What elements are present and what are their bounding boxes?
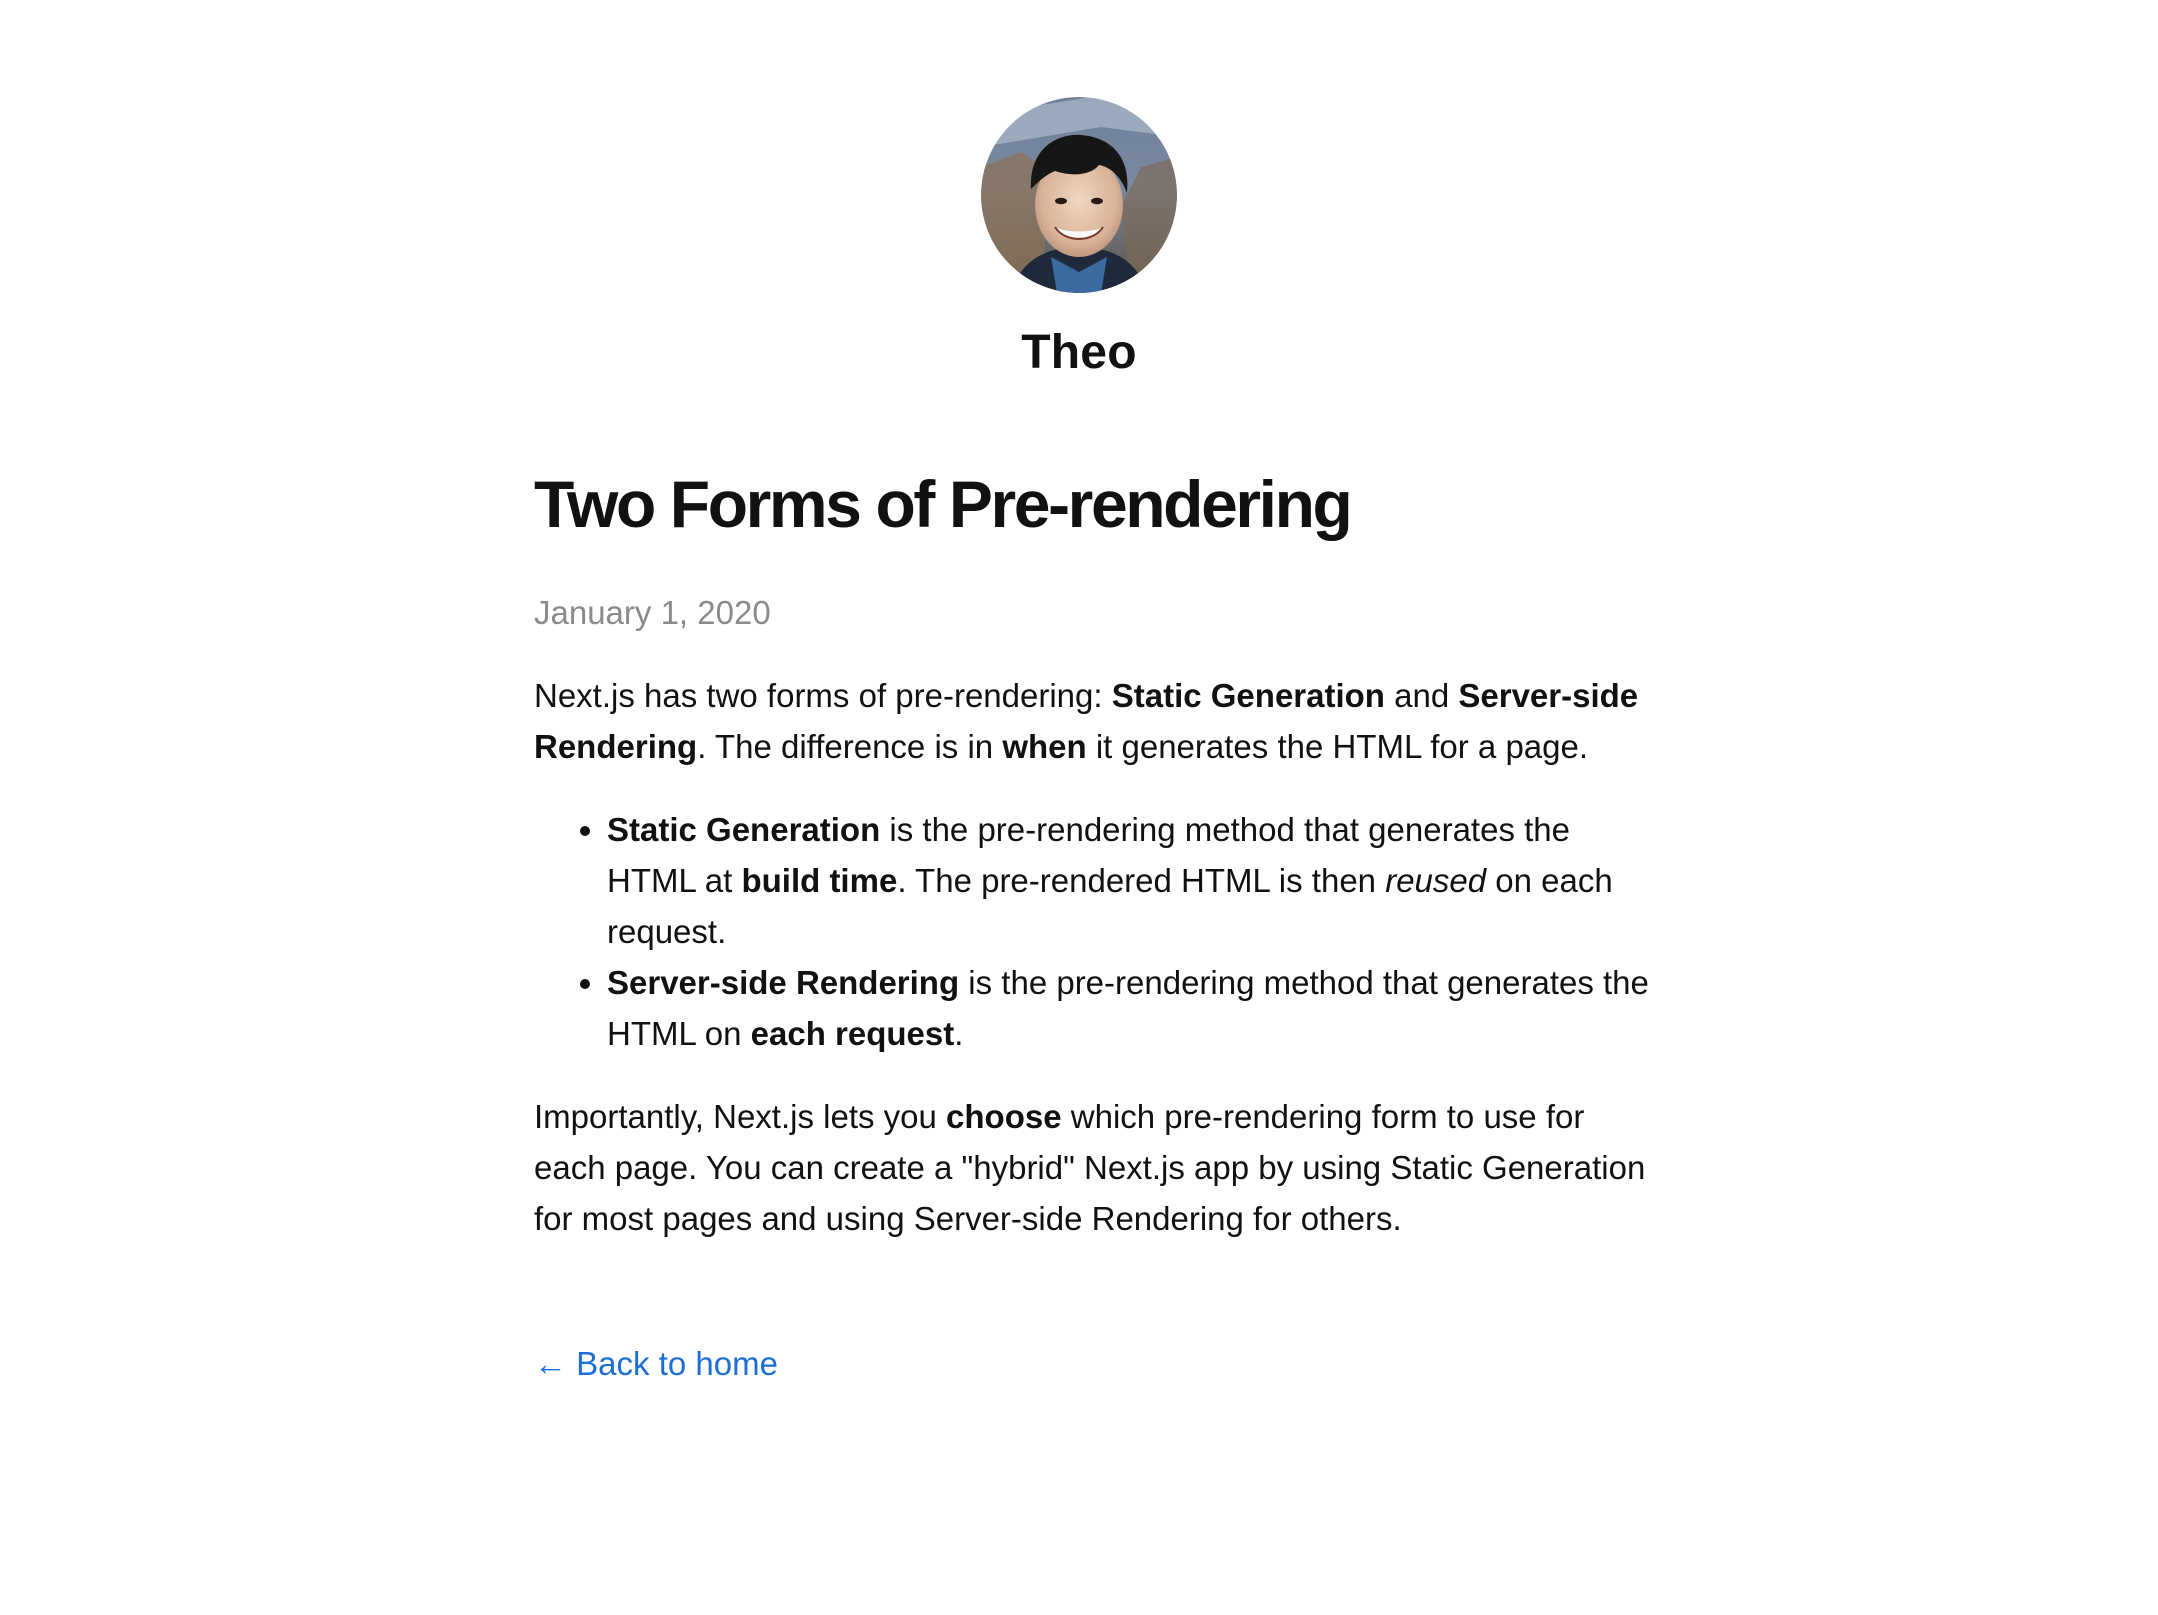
method-list: Static Generation is the pre-rendering m… [534,804,1654,1059]
list-item-server-side-rendering: Server-side Rendering is the pre-renderi… [607,957,1654,1059]
profile-avatar[interactable] [981,97,1177,293]
site-name: Theo [1021,326,1137,379]
post-title: Two Forms of Pre-rendering [534,467,1353,541]
back-to-home-link[interactable]: ← Back to home [534,1344,778,1384]
intro-paragraph: Next.js has two forms of pre-rendering: … [534,677,1639,765]
page: Theo Two Forms of Pre-rendering January … [0,0,2158,1615]
site-header: Theo [0,97,2158,377]
closing-paragraph: Importantly, Next.js lets you choose whi… [534,1098,1646,1237]
list-item-static-generation: Static Generation is the pre-rendering m… [607,804,1654,957]
post-article: Two Forms of Pre-rendering January 1, 20… [534,465,1654,1384]
post-date: January 1, 2020 [534,594,771,631]
